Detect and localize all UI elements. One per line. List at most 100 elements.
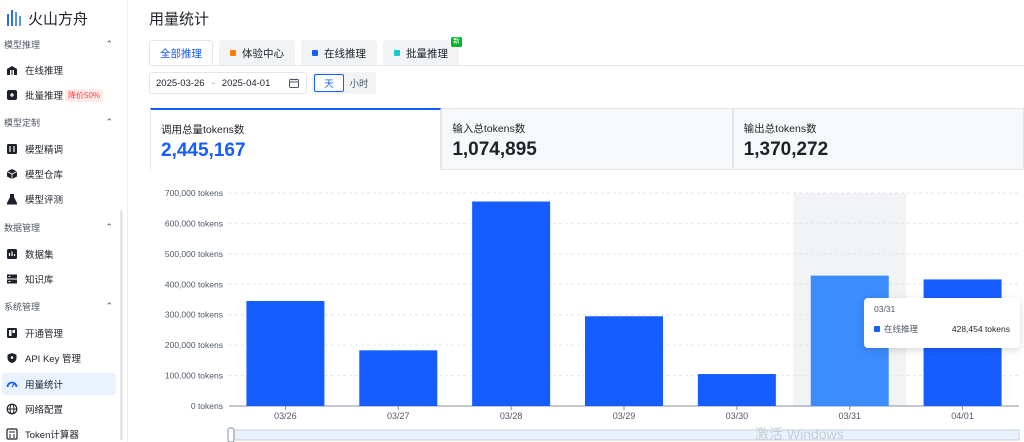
x-tick-label: 04/01: [951, 411, 974, 421]
sidebar-item-label: Token计算器: [25, 430, 79, 441]
y-tick-label: 500,000 tokens: [165, 249, 223, 259]
batch-icon: [6, 89, 18, 101]
blue-dot-icon: [312, 50, 318, 56]
stat-value: 2,445,167: [161, 140, 246, 161]
sidebar-item-label: 批量推理: [25, 91, 64, 102]
page-title: 用量统计: [149, 11, 210, 28]
section-title: 数据管理: [4, 222, 41, 233]
sidebar-item-label: 数据集: [25, 250, 54, 261]
sidebar-scrollbar[interactable]: [120, 210, 123, 440]
sidebar-item-label: 开通管理: [25, 329, 64, 340]
knowledge-icon: [6, 273, 18, 285]
bar: [359, 350, 438, 406]
date-start: 2025-03-26: [156, 77, 205, 89]
sidebar-item-model-repo[interactable]: 模型仓库: [2, 163, 116, 185]
sidebar: 火山方舟 模型推理 ⌃ 在线推理 批量推理 降价50% 模型定制 ⌃ 模型精调 …: [0, 0, 128, 442]
building-icon: [6, 64, 18, 76]
section-title: 模型定制: [4, 117, 41, 128]
date-range-picker[interactable]: 2025-03-26 - 2025-04-01: [149, 72, 307, 94]
granularity-day-button[interactable]: 天: [314, 74, 344, 92]
sidebar-item-dataset[interactable]: 数据集: [2, 243, 116, 265]
activate-icon: [6, 327, 18, 339]
x-tick-label: 03/30: [726, 411, 749, 421]
usage-chart: 0 tokens 100,000 tokens 200,000 tokens 300,…: [129, 176, 1024, 442]
tab-label: 体验中心: [242, 47, 284, 60]
stat-label: 输入总tokens数: [452, 123, 526, 135]
flask-icon: [6, 193, 18, 205]
sidebar-item-label: 用量统计: [25, 380, 64, 391]
inference-tabs: 全部推理 体验中心 在线推理 批量推理 新: [149, 37, 465, 66]
discount-badge: 降价50%: [65, 88, 104, 102]
tab-label: 在线推理: [324, 47, 366, 60]
sidebar-item-network-config[interactable]: 网络配置: [2, 398, 116, 420]
tab-all-inference[interactable]: 全部推理: [149, 40, 213, 66]
main-content: 用量统计 全部推理 体验中心 在线推理 批量推理 新 2025-03-26 -: [129, 0, 1024, 442]
sidebar-item-fine-tune[interactable]: 模型精调: [2, 138, 116, 160]
tab-online-inference[interactable]: 在线推理: [301, 40, 377, 66]
tabs-divider: [149, 65, 1024, 66]
chevron-up-icon: ⌃: [105, 38, 113, 49]
sidebar-item-token-calculator[interactable]: Token计算器: [2, 423, 116, 442]
section-data-management[interactable]: 数据管理 ⌃: [4, 219, 119, 235]
date-end: 2025-04-01: [221, 77, 271, 89]
section-title: 系统管理: [4, 301, 41, 312]
sidebar-item-label: 模型仓库: [25, 170, 64, 181]
cyan-dot-icon: [394, 50, 400, 56]
shield-icon: [6, 352, 18, 364]
tooltip-value: 428,454 tokens: [951, 324, 1010, 334]
tab-batch-inference[interactable]: 批量推理 新: [383, 37, 462, 66]
sidebar-item-label: 模型评测: [25, 195, 64, 206]
date-separator: -: [211, 77, 215, 89]
calculator-icon: [6, 428, 18, 440]
section-model-customization[interactable]: 模型定制 ⌃: [4, 114, 119, 130]
stat-card-total-tokens[interactable]: 调用总量tokens数 2,445,167: [150, 108, 442, 170]
sidebar-item-label: 在线推理: [25, 66, 64, 77]
sidebar-item-api-key[interactable]: API Key 管理: [2, 347, 116, 369]
cube-icon: [6, 168, 18, 180]
chevron-up-icon: ⌃: [105, 116, 113, 127]
y-tick-label: 400,000 tokens: [165, 279, 223, 289]
tune-icon: [6, 143, 18, 155]
volcano-logo-icon: [7, 10, 21, 26]
y-tick-label: 600,000 tokens: [165, 218, 223, 228]
stat-cards: 调用总量tokens数 2,445,167 输入总tokens数 1,074,8…: [150, 108, 1024, 170]
chevron-up-icon: ⌃: [105, 221, 113, 232]
tab-experience-center[interactable]: 体验中心: [219, 40, 295, 66]
calendar-icon: [289, 78, 299, 88]
series-swatch-icon: [874, 326, 880, 332]
granularity-hour-button[interactable]: 小时: [344, 74, 374, 92]
sidebar-item-knowledge-base[interactable]: 知识库: [2, 268, 116, 290]
dataset-icon: [6, 248, 18, 260]
logo[interactable]: 火山方舟: [6, 6, 88, 30]
sidebar-item-batch-inference[interactable]: 批量推理 降价50%: [2, 84, 116, 106]
bar: [697, 374, 776, 406]
sidebar-item-usage-stats[interactable]: 用量统计: [2, 373, 116, 395]
granularity-toggle: 天 小时: [312, 72, 376, 94]
new-badge: 新: [451, 37, 462, 47]
sidebar-item-model-eval[interactable]: 模型评测: [2, 188, 116, 210]
sidebar-item-label: API Key 管理: [25, 354, 81, 365]
stat-card-input-tokens[interactable]: 输入总tokens数 1,074,895: [441, 108, 733, 170]
section-title: 模型推理: [4, 39, 41, 50]
sidebar-item-label: 网络配置: [25, 405, 64, 416]
tooltip-title: 03/31: [874, 304, 896, 314]
app: 火山方舟 模型推理 ⌃ 在线推理 批量推理 降价50% 模型定制 ⌃ 模型精调 …: [0, 0, 1024, 442]
gauge-icon: [6, 378, 18, 390]
tooltip-series: 在线推理: [884, 324, 919, 334]
y-tick-label: 700,000 tokens: [165, 188, 223, 198]
y-tick-label: 100,000 tokens: [165, 371, 223, 381]
sidebar-item-activation[interactable]: 开通管理: [2, 322, 116, 344]
sidebar-item-online-inference[interactable]: 在线推理: [2, 59, 116, 81]
x-tick-label: 03/27: [387, 411, 410, 421]
y-tick-label: 200,000 tokens: [165, 340, 223, 350]
bar: [585, 316, 663, 406]
sidebar-item-label: 模型精调: [25, 145, 64, 156]
stat-label: 调用总量tokens数: [161, 124, 245, 136]
y-tick-label: 0 tokens: [191, 401, 223, 411]
stat-card-output-tokens[interactable]: 输出总tokens数 1,370,272: [732, 108, 1024, 170]
section-model-inference[interactable]: 模型推理 ⌃: [4, 36, 119, 52]
section-system-management[interactable]: 系统管理 ⌃: [4, 298, 119, 314]
x-tick-label: 03/31: [838, 411, 861, 421]
orange-dot-icon: [230, 50, 236, 56]
bar: [472, 201, 551, 406]
